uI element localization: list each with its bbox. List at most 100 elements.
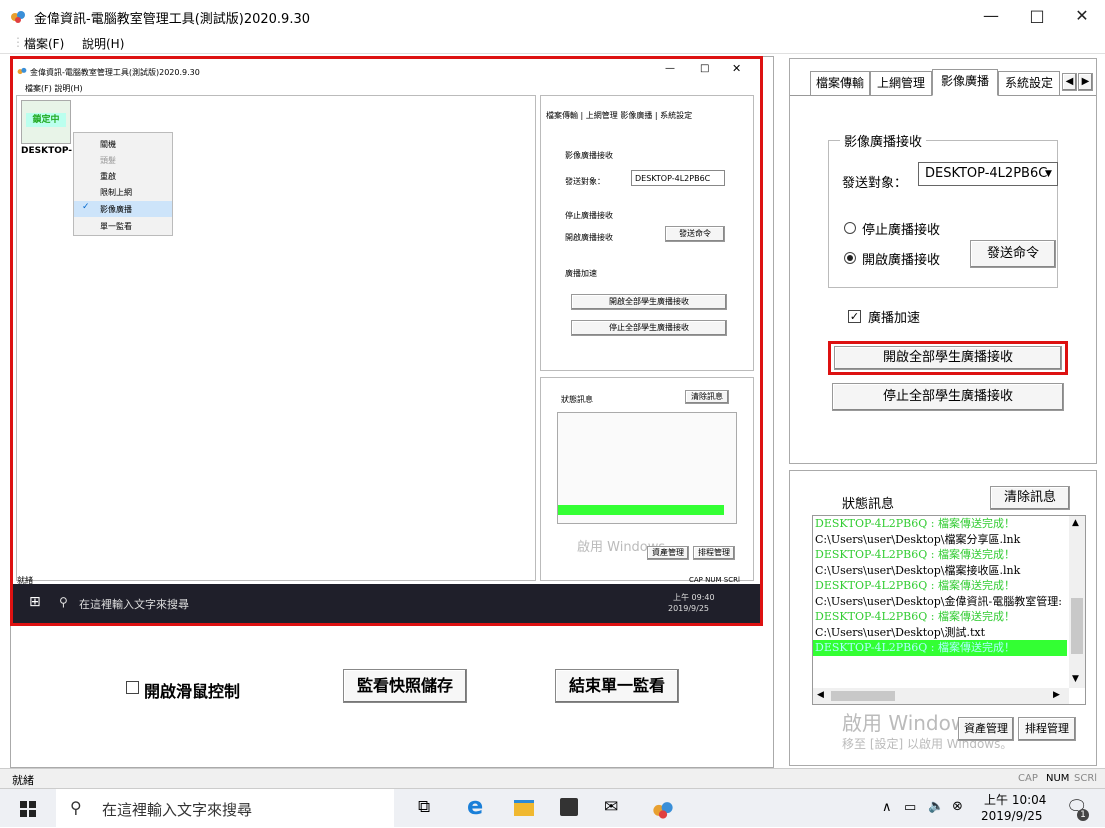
log-line: C:\Users\user\Desktop\檔案接收區.lnk [815, 563, 1021, 577]
remote-right-panel: 檔案傳輸 | 上網管理 影像廣播 | 系統設定 影像廣播接收 發送對象： DES… [540, 95, 754, 371]
scroll-down-icon[interactable]: ▼ [1072, 674, 1079, 684]
asset-management-button[interactable]: 資產管理 [958, 717, 1014, 741]
clear-messages-button[interactable]: 清除訊息 [990, 486, 1070, 510]
hscroll-thumb[interactable] [831, 691, 895, 701]
chevron-down-icon: ▼ [1045, 169, 1052, 179]
remote-status-panel: 狀態訊息 清除訊息 啟用 Windows 資產管理 排程管理 [540, 377, 754, 581]
title-bar: 金偉資訊-電腦教室管理工具(測試版)2020.9.30 — □ ✕ [0, 0, 1105, 32]
network-icon[interactable]: ▭ [904, 800, 916, 815]
search-icon: ⚲ [70, 798, 82, 817]
tab-broadcast[interactable]: 影像廣播 [932, 69, 998, 96]
remote-title: 金偉資訊-電腦教室管理工具(測試版)2020.9.30 [30, 68, 200, 77]
radio-start[interactable] [844, 252, 856, 264]
status-cap: CAP [1018, 773, 1038, 784]
close-button[interactable]: ✕ [1059, 0, 1105, 32]
send-command-button[interactable]: 發送命令 [970, 240, 1056, 268]
remote-clear-button: 清除訊息 [685, 390, 729, 404]
mail-icon[interactable]: ✉ [604, 797, 626, 819]
target-value: DESKTOP-4L2PB6C [925, 166, 1048, 181]
schedule-management-button[interactable]: 排程管理 [1018, 717, 1076, 741]
volume-icon[interactable]: 🔈 [928, 799, 944, 814]
status-panel: 狀態訊息 清除訊息 DESKTOP-4L2PB6Q : 檔案傳送完成！ C:\U… [789, 470, 1097, 766]
status-log[interactable]: DESKTOP-4L2PB6Q : 檔案傳送完成！ C:\Users\user\… [812, 515, 1086, 705]
save-snapshot-button[interactable]: 監看快照儲存 [343, 669, 467, 703]
radio-stop-label: 停止廣播接收 [862, 223, 941, 238]
tab-internet[interactable]: 上網管理 [870, 71, 932, 95]
clock-date[interactable]: 2019/9/25 [981, 809, 1043, 823]
notification-count: 1 [1077, 809, 1089, 821]
remote-screen-view[interactable]: 金偉資訊-電腦教室管理工具(測試版)2020.9.30 — □ ✕ 檔案(F) … [10, 56, 763, 626]
menu-help[interactable]: 說明(H) [82, 35, 124, 52]
file-explorer-icon[interactable] [514, 800, 534, 816]
start-all-button[interactable]: 開啟全部學生廣播接收 [834, 346, 1062, 370]
taskbar-search-box[interactable]: ⚲ 在這裡輸入文字來搜尋 [56, 789, 394, 828]
remote-stop-all: 停止全部學生廣播接收 [571, 320, 727, 336]
broadcast-group-label: 影像廣播接收 [840, 131, 927, 150]
tab-settings[interactable]: 系統設定 [998, 71, 1060, 95]
remote-client-thumb: 鎖定中 [21, 100, 71, 144]
scroll-up-icon[interactable]: ▲ [1072, 518, 1079, 528]
radio-stop[interactable] [844, 222, 856, 234]
remote-start-all: 開啟全部學生廣播接收 [571, 294, 727, 310]
scroll-thumb[interactable] [1071, 598, 1083, 654]
remote-asset-button: 資產管理 [647, 546, 689, 560]
log-vscrollbar[interactable]: ▲ ▼ [1069, 516, 1085, 688]
store-icon[interactable] [560, 798, 578, 816]
log-line: DESKTOP-4L2PB6Q : 檔案傳送完成！ [815, 610, 1015, 623]
maximize-button[interactable]: □ [1014, 0, 1060, 32]
minimize-button[interactable]: — [968, 0, 1014, 32]
remote-target-label: 發送對象： [565, 177, 605, 186]
remote-maximize: □ [700, 63, 710, 74]
log-line: DESKTOP-4L2PB6Q : 檔案傳送完成！ [815, 548, 1015, 561]
tray-chevron-up-icon[interactable]: ∧ [882, 800, 892, 815]
clock-time[interactable]: 上午 10:04 [984, 791, 1046, 808]
remote-clock-time: 上午 09:40 [673, 593, 715, 602]
end-monitor-button[interactable]: 結束單一監看 [555, 669, 679, 703]
log-hscrollbar[interactable]: ◀ ▶ [813, 688, 1069, 704]
remote-radio-stop: 停止廣播接收 [565, 211, 613, 220]
edge-icon[interactable]: e [467, 792, 489, 820]
accel-label: 廣播加速 [868, 311, 921, 326]
scroll-left-icon[interactable]: ◀ [817, 690, 824, 700]
remote-client-name: DESKTOP- [21, 146, 73, 156]
app-icon [11, 11, 25, 23]
windows-start-icon[interactable] [20, 801, 36, 817]
status-error-icon[interactable]: ⊗ [952, 799, 963, 814]
app-taskbar-icon[interactable] [652, 798, 674, 820]
mouse-control-label: 開啟滑鼠控制 [144, 682, 241, 701]
remote-tabs: 檔案傳輸 | 上網管理 影像廣播 | 系統設定 [546, 111, 693, 120]
mouse-control-checkbox[interactable] [126, 681, 139, 694]
remote-menu-item: 影像廣播 [100, 205, 132, 214]
accel-checkbox[interactable]: ✓ [848, 310, 861, 323]
tab-file-transfer[interactable]: 檔案傳輸 [810, 71, 870, 95]
remote-menu-item: 限制上網 [100, 188, 132, 197]
remote-client-area: 鎖定中 DESKTOP- 關機 頭髮 重啟 限制上網 ✓ 影像廣播 單一監看 [16, 95, 536, 581]
tab-scroll-left-icon[interactable]: ◀ [1062, 73, 1077, 91]
remote-status-title: 狀態訊息 [561, 395, 593, 404]
remote-menu: 檔案(F) 說明(H) [25, 84, 83, 93]
remote-minimize: — [665, 63, 675, 74]
remote-accel-label: 廣播加速 [565, 269, 597, 278]
remote-schedule-button: 排程管理 [693, 546, 735, 560]
menu-file[interactable]: 檔案(F) [24, 35, 64, 52]
remote-menu-item: 頭髮 [100, 156, 116, 165]
scroll-right-icon[interactable]: ▶ [1053, 690, 1060, 700]
menu-bar: ⋮ 檔案(F) 說明(H) [0, 32, 1105, 54]
target-select[interactable]: DESKTOP-4L2PB6C ▼ [918, 162, 1058, 186]
log-line: C:\Users\user\Desktop\金偉資訊-電腦教室管理: [815, 594, 1062, 608]
monitor-controls: 開啟滑鼠控制 監看快照儲存 結束單一監看 [10, 626, 774, 766]
remote-clock-date: 2019/9/25 [668, 604, 710, 613]
stop-all-button[interactable]: 停止全部學生廣播接收 [832, 383, 1064, 411]
tab-scroll-right-icon[interactable]: ▶ [1078, 73, 1093, 91]
remote-send-button: 發送命令 [665, 226, 725, 242]
remote-start-icon: ⊞ [29, 594, 41, 610]
log-line: DESKTOP-4L2PB6Q : 檔案傳送完成！ [815, 579, 1015, 592]
task-view-icon[interactable]: ⧉ [418, 797, 440, 819]
remote-log [557, 412, 737, 524]
log-line: C:\Users\user\Desktop\測試.txt [815, 625, 986, 639]
remote-context-menu: 關機 頭髮 重啟 限制上網 ✓ 影像廣播 單一監看 [73, 132, 173, 236]
remote-radio-start: 開啟廣播接收 [565, 233, 613, 242]
remote-menu-item: 重啟 [100, 172, 116, 181]
radio-selected-dot [847, 255, 853, 261]
remote-app-icon [17, 67, 27, 75]
